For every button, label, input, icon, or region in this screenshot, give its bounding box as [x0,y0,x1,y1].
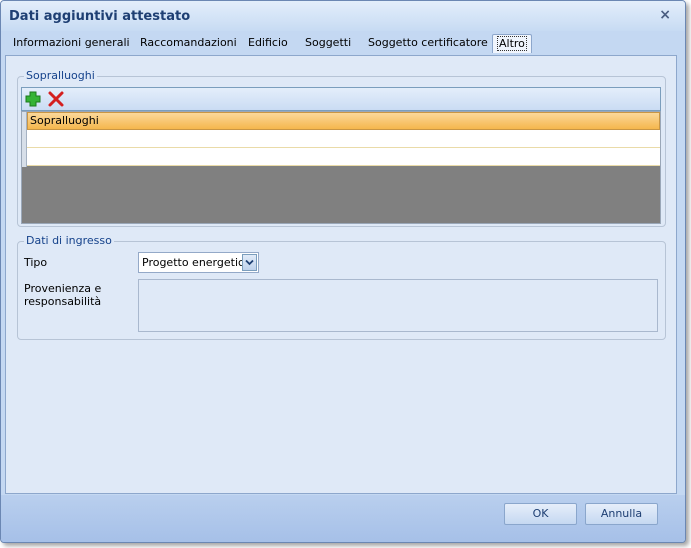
close-icon[interactable]: × [659,7,671,23]
provenienza-label-line1: Provenienza e [24,282,102,295]
dati-ingresso-legend: Dati di ingresso [24,234,114,247]
cancel-button[interactable]: Annulla [585,503,658,525]
tab-panel-altro: Sopralluoghi Sopralluoghi Dati di ingres… [5,55,677,494]
chevron-down-icon [245,259,254,266]
tab-bar: Informazioni generali Raccomandazioni Ed… [5,33,679,55]
ok-button[interactable]: OK [504,503,577,525]
tipo-select[interactable]: Progetto energetico [138,252,259,273]
provenienza-textarea[interactable] [138,279,658,332]
tab-edificio[interactable]: Edificio [248,36,288,49]
provenienza-label-line2: responsabilità [24,295,102,308]
dialog-window: Dati aggiuntivi attestato × Informazioni… [0,0,686,543]
tab-soggetti[interactable]: Soggetti [305,36,351,49]
sopralluoghi-group: Sopralluoghi Sopralluoghi [17,69,666,227]
sopralluoghi-toolbar [21,87,661,111]
dropdown-button[interactable] [242,254,257,271]
grid-row[interactable] [27,148,660,166]
tab-soggetto-certificatore[interactable]: Soggetto certificatore [368,36,488,49]
provenienza-label: Provenienza e responsabilità [24,282,101,308]
tab-altro-label: Altro [497,36,527,51]
tipo-value: Progetto energetico [142,256,251,269]
grid-column-header[interactable]: Sopralluoghi [27,112,660,130]
tipo-label: Tipo [24,256,48,269]
tab-altro[interactable]: Altro [492,34,532,53]
x-icon [48,91,64,107]
delete-button[interactable] [47,90,65,108]
add-button[interactable] [24,90,42,108]
plus-icon [25,91,41,107]
window-title: Dati aggiuntivi attestato [9,9,191,24]
dialog-footer: OK Annulla [1,495,685,542]
sopralluoghi-legend: Sopralluoghi [24,69,97,82]
tab-informazioni-generali[interactable]: Informazioni generali [13,36,130,49]
dati-ingresso-group: Dati di ingresso Tipo Progetto energetic… [17,234,666,340]
title-bar: Dati aggiuntivi attestato × [1,1,685,31]
grid-row[interactable] [27,130,660,148]
sopralluoghi-grid: Sopralluoghi [21,111,661,224]
tab-raccomandazioni[interactable]: Raccomandazioni [140,36,237,49]
